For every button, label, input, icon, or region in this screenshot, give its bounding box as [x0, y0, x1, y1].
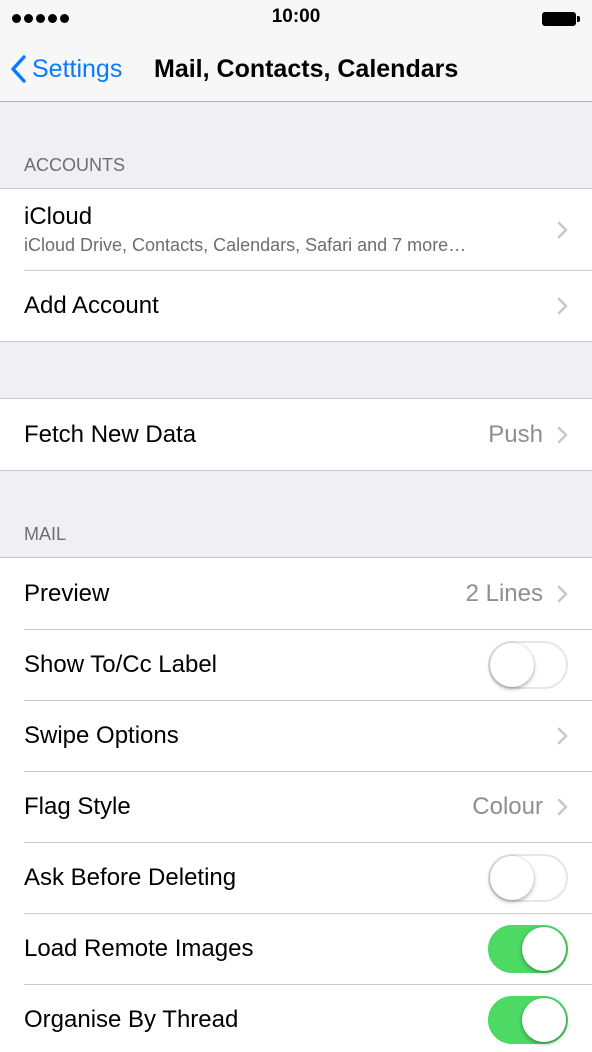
load-remote-images-row: Load Remote Images	[0, 913, 592, 984]
chevron-right-icon	[557, 297, 568, 314]
preview-row[interactable]: Preview 2 Lines	[0, 558, 592, 629]
page-title: Mail, Contacts, Calendars	[154, 55, 459, 83]
navigation-bar: Settings Mail, Contacts, Calendars	[0, 36, 592, 102]
organise-by-thread-row: Organise By Thread	[0, 984, 592, 1052]
mail-group: Preview 2 Lines Show To/Cc Label Swipe O…	[0, 557, 592, 1052]
swipe-options-label: Swipe Options	[24, 721, 179, 749]
preview-label: Preview	[24, 579, 110, 607]
back-label: Settings	[32, 54, 123, 83]
preview-value: 2 Lines	[465, 579, 543, 607]
chevron-right-icon	[557, 426, 568, 443]
icloud-row[interactable]: iCloud iCloud Drive, Contacts, Calendars…	[0, 189, 592, 270]
ask-before-deleting-row: Ask Before Deleting	[0, 842, 592, 913]
section-header-mail: MAIL	[24, 524, 67, 544]
add-account-label: Add Account	[24, 291, 159, 319]
accounts-group: iCloud iCloud Drive, Contacts, Calendars…	[0, 188, 592, 342]
battery-icon	[542, 12, 580, 26]
flag-style-row[interactable]: Flag Style Colour	[0, 771, 592, 842]
fetch-new-data-row[interactable]: Fetch New Data Push	[0, 399, 592, 470]
settings-list: ACCOUNTS iCloud iCloud Drive, Contacts, …	[0, 102, 592, 1052]
icloud-sublabel: iCloud Drive, Contacts, Calendars, Safar…	[24, 235, 467, 255]
ask-before-deleting-label: Ask Before Deleting	[24, 863, 237, 891]
organise-by-thread-label: Organise By Thread	[24, 1005, 239, 1033]
ask-before-deleting-toggle[interactable]	[488, 853, 568, 902]
chevron-right-icon	[557, 727, 568, 744]
status-time: 10:00	[271, 6, 321, 27]
flag-style-label: Flag Style	[24, 792, 131, 820]
back-button[interactable]: Settings	[10, 36, 122, 102]
load-remote-images-toggle[interactable]	[488, 924, 568, 973]
icloud-label: iCloud	[24, 203, 93, 230]
show-tocc-row: Show To/Cc Label	[0, 629, 592, 700]
status-bar: 10:00	[0, 0, 592, 36]
section-header-accounts: ACCOUNTS	[24, 155, 126, 175]
fetch-new-data-value: Push	[488, 420, 543, 448]
swipe-options-row[interactable]: Swipe Options	[0, 700, 592, 771]
chevron-right-icon	[557, 585, 568, 602]
fetch-new-data-label: Fetch New Data	[24, 420, 197, 448]
fetch-group: Fetch New Data Push	[0, 398, 592, 471]
chevron-left-icon	[11, 55, 26, 83]
load-remote-images-label: Load Remote Images	[24, 934, 254, 962]
chevron-right-icon	[557, 798, 568, 815]
show-tocc-toggle[interactable]	[488, 640, 568, 689]
add-account-row[interactable]: Add Account	[0, 270, 592, 341]
flag-style-value: Colour	[472, 792, 543, 820]
organise-by-thread-toggle[interactable]	[488, 995, 568, 1044]
show-tocc-label: Show To/Cc Label	[24, 650, 218, 678]
chevron-right-icon	[557, 221, 568, 238]
